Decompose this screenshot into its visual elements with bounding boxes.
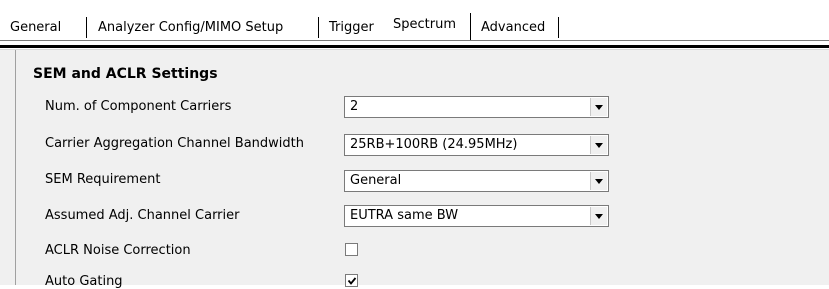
tab-trigger[interactable]: Trigger — [322, 17, 381, 39]
auto-gating-label: Auto Gating — [45, 274, 123, 289]
sem-requirement-value: General — [350, 173, 402, 188]
sem-requirement-select[interactable]: General — [344, 170, 609, 192]
ca-channel-bandwidth-select[interactable]: 25RB+100RB (24.95MHz) — [344, 134, 609, 156]
chevron-down-icon — [595, 179, 603, 184]
assumed-adj-channel-carrier-select[interactable]: EUTRA same BW — [344, 205, 609, 227]
ca-channel-bandwidth-value: 25RB+100RB (24.95MHz) — [350, 137, 518, 152]
dropdown-button[interactable] — [590, 207, 607, 225]
tab-spectrum[interactable]: Spectrum — [386, 13, 463, 40]
tab-separator — [86, 17, 87, 38]
num-component-carriers-select[interactable]: 2 — [344, 96, 609, 118]
tab-analyzer-config-mimo-setup[interactable]: Analyzer Config/MIMO Setup — [91, 17, 290, 39]
section-title: SEM and ACLR Settings — [33, 66, 218, 82]
tab-baseline — [0, 40, 829, 41]
chevron-down-icon — [595, 105, 603, 110]
aclr-noise-correction-label: ACLR Noise Correction — [45, 243, 191, 258]
chevron-down-icon — [595, 143, 603, 148]
dropdown-button[interactable] — [590, 98, 607, 116]
sem-requirement-label: SEM Requirement — [45, 172, 161, 187]
auto-gating-checkbox[interactable] — [345, 274, 358, 287]
tab-advanced[interactable]: Advanced — [474, 17, 552, 39]
num-component-carriers-value: 2 — [350, 99, 359, 114]
dropdown-button[interactable] — [590, 136, 607, 154]
assumed-adj-channel-carrier-value: EUTRA same BW — [350, 208, 459, 223]
tab-general[interactable]: General — [3, 17, 68, 39]
assumed-adj-channel-carrier-label: Assumed Adj. Channel Carrier — [45, 208, 240, 223]
aclr-noise-correction-checkbox[interactable] — [345, 243, 358, 256]
tab-separator — [318, 17, 319, 38]
tab-strip: General Analyzer Config/MIMO Setup Trigg… — [0, 0, 829, 46]
panel-top-border — [0, 45, 829, 48]
chevron-down-icon — [595, 214, 603, 219]
ca-channel-bandwidth-label: Carrier Aggregation Channel Bandwidth — [45, 136, 305, 151]
dropdown-button[interactable] — [590, 172, 607, 190]
tab-separator — [470, 13, 471, 40]
tab-separator — [558, 17, 559, 38]
panel-left-border — [15, 50, 16, 285]
num-component-carriers-label: Num. of Component Carriers — [45, 99, 232, 114]
